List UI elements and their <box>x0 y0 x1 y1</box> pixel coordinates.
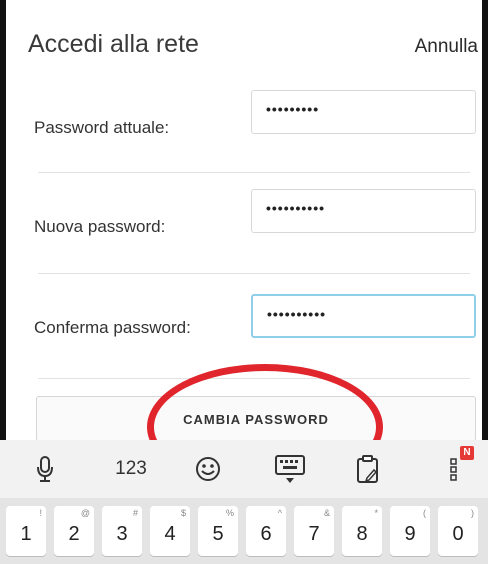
key-alt-label: & <box>323 508 330 518</box>
key-4[interactable]: $4 <box>150 506 190 556</box>
new-password-field[interactable]: •••••••••• <box>251 189 476 233</box>
change-password-button[interactable]: CAMBIA PASSWORD <box>36 396 476 442</box>
confirm-password-row: Conferma password: •••••••••• <box>6 276 482 376</box>
key-label: 4 <box>164 523 176 545</box>
current-password-field[interactable]: ••••••••• <box>251 90 476 134</box>
key-alt-label: ! <box>39 508 42 518</box>
keyboard-hide-icon[interactable] <box>268 452 312 486</box>
key-label: 1 <box>20 523 32 545</box>
confirm-password-label: Conferma password: <box>34 318 191 337</box>
key-alt-label: @ <box>80 508 90 518</box>
key-2[interactable]: @2 <box>54 506 94 556</box>
key-alt-label: ^ <box>277 508 282 518</box>
confirm-password-field[interactable]: •••••••••• <box>251 294 476 338</box>
new-password-label: Nuova password: <box>34 217 166 236</box>
frame-right-edge <box>482 0 488 440</box>
key-alt-label: % <box>225 508 234 518</box>
numeric-keyboard-button[interactable]: 123 <box>106 452 156 486</box>
microphone-icon[interactable] <box>30 452 60 486</box>
new-password-row: Nuova password: •••••••••• <box>6 175 482 275</box>
key-label: 7 <box>308 523 320 545</box>
notification-badge: N <box>460 446 474 460</box>
key-alt-label: ( <box>423 508 426 518</box>
dialog-header: Accedi alla rete Annulla <box>6 0 482 84</box>
key-5[interactable]: % 5 <box>198 506 238 556</box>
key-label: 6 <box>260 523 272 545</box>
key-alt-label: $ <box>180 508 186 518</box>
current-password-row: Password attuale: ••••••••• <box>6 84 482 184</box>
more-options-icon[interactable]: N <box>444 446 474 486</box>
key-0[interactable]: ) 0 <box>438 506 478 556</box>
current-password-label: Password attuale: <box>34 118 170 137</box>
key-7[interactable]: & 7 <box>294 506 334 556</box>
key-alt-label: ) <box>471 508 474 518</box>
clipboard-icon[interactable] <box>350 452 386 486</box>
key-6[interactable]: ^ 6 <box>246 506 286 556</box>
cancel-button[interactable]: Annulla <box>415 36 478 58</box>
keyboard-number-row: ! 1 @2 #3 $4 % 5 ^ 6 & 7 * 8 (9 ) 0 <box>0 498 488 564</box>
keyboard-toolbar: 123 N <box>0 440 488 498</box>
row-divider <box>38 378 470 379</box>
row-divider <box>38 172 470 173</box>
key-label: 8 <box>356 523 368 545</box>
emoji-icon[interactable] <box>188 452 228 486</box>
key-label: 3 <box>116 523 128 545</box>
key-alt-label: * <box>374 508 378 518</box>
key-label: 9 <box>404 523 416 545</box>
key-label: 5 <box>212 523 224 545</box>
key-label: 0 <box>452 523 464 545</box>
key-alt-label: # <box>132 508 138 518</box>
key-3[interactable]: #3 <box>102 506 142 556</box>
dialog-title: Accedi alla rete <box>28 30 199 58</box>
key-9[interactable]: (9 <box>390 506 430 556</box>
key-8[interactable]: * 8 <box>342 506 382 556</box>
row-divider <box>38 273 470 274</box>
key-1[interactable]: ! 1 <box>6 506 46 556</box>
key-label: 2 <box>68 523 80 545</box>
